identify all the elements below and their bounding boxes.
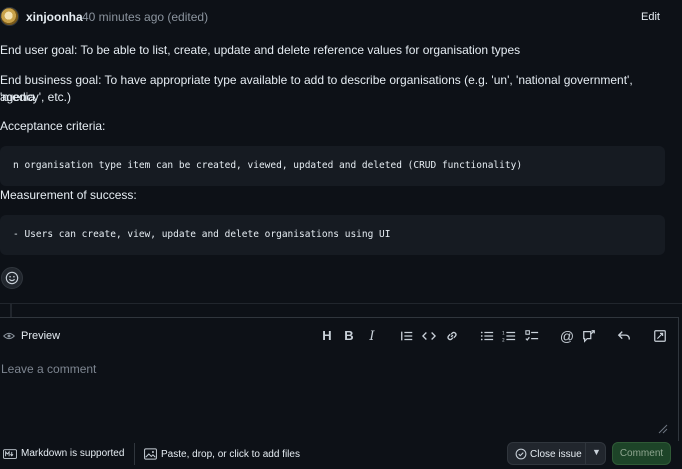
- svg-text:2: 2: [502, 337, 505, 343]
- add-reaction-button[interactable]: [1, 267, 23, 289]
- resize-handle-icon[interactable]: [656, 422, 668, 434]
- comment-author[interactable]: xinjoonha: [26, 10, 83, 24]
- task-list-icon[interactable]: [523, 327, 541, 345]
- mention-icon[interactable]: @: [558, 327, 576, 345]
- code-icon[interactable]: [420, 327, 438, 345]
- close-issue-button[interactable]: Close issue ▼: [507, 442, 606, 465]
- preview-tab-label: Preview: [21, 330, 61, 342]
- attach-files-link[interactable]: Paste, drop, or click to add files: [144, 448, 300, 460]
- acceptance-criteria-heading: Acceptance criteria:: [0, 119, 106, 133]
- markdown-note-label: Markdown is supported: [21, 448, 125, 459]
- image-icon: [144, 448, 157, 460]
- measurement-heading: Measurement of success:: [0, 188, 137, 202]
- end-business-goal-text-line2: agency', etc.): [0, 90, 71, 104]
- italic-icon[interactable]: I: [363, 327, 381, 345]
- svg-text:1: 1: [502, 330, 505, 336]
- heading-icon[interactable]: H: [318, 327, 336, 345]
- end-user-goal-text: End user goal: To be able to list, creat…: [0, 43, 521, 57]
- cross-reference-icon[interactable]: [580, 327, 598, 345]
- quote-icon[interactable]: [398, 327, 416, 345]
- smiley-icon: [5, 271, 19, 285]
- avatar[interactable]: [0, 7, 19, 26]
- acceptance-code-block: n organisation type item can be created,…: [0, 146, 665, 186]
- comment-textarea[interactable]: Leave a comment: [1, 362, 96, 376]
- eye-icon: [3, 332, 15, 340]
- unordered-list-icon[interactable]: [478, 327, 496, 345]
- bold-icon[interactable]: B: [340, 327, 358, 345]
- link-icon[interactable]: [443, 327, 461, 345]
- measurement-code-text: - Users can create, view, update and del…: [13, 229, 391, 240]
- footer-divider: [134, 443, 135, 465]
- tab-preview[interactable]: Preview: [3, 330, 60, 342]
- attach-note-label: Paste, drop, or click to add files: [161, 449, 300, 460]
- ordered-list-icon[interactable]: 12: [500, 327, 518, 345]
- chevron-down-icon[interactable]: ▼: [592, 447, 601, 457]
- timeline-separator: [0, 303, 682, 318]
- measurement-code-block: - Users can create, view, update and del…: [0, 215, 665, 255]
- reply-icon[interactable]: [615, 327, 633, 345]
- close-issue-separator: [585, 443, 586, 464]
- fullscreen-icon[interactable]: [651, 327, 669, 345]
- close-issue-label: Close issue: [530, 449, 582, 460]
- comment-timestamp[interactable]: 40 minutes ago (edited): [82, 10, 208, 24]
- check-circle-icon: [515, 448, 527, 460]
- comment-button[interactable]: Comment: [612, 442, 671, 465]
- markdown-supported-link[interactable]: Markdown is supported: [3, 448, 124, 459]
- markdown-icon: [3, 449, 17, 459]
- edit-button[interactable]: Edit: [641, 11, 660, 23]
- acceptance-code-text: n organisation type item can be created,…: [13, 160, 523, 171]
